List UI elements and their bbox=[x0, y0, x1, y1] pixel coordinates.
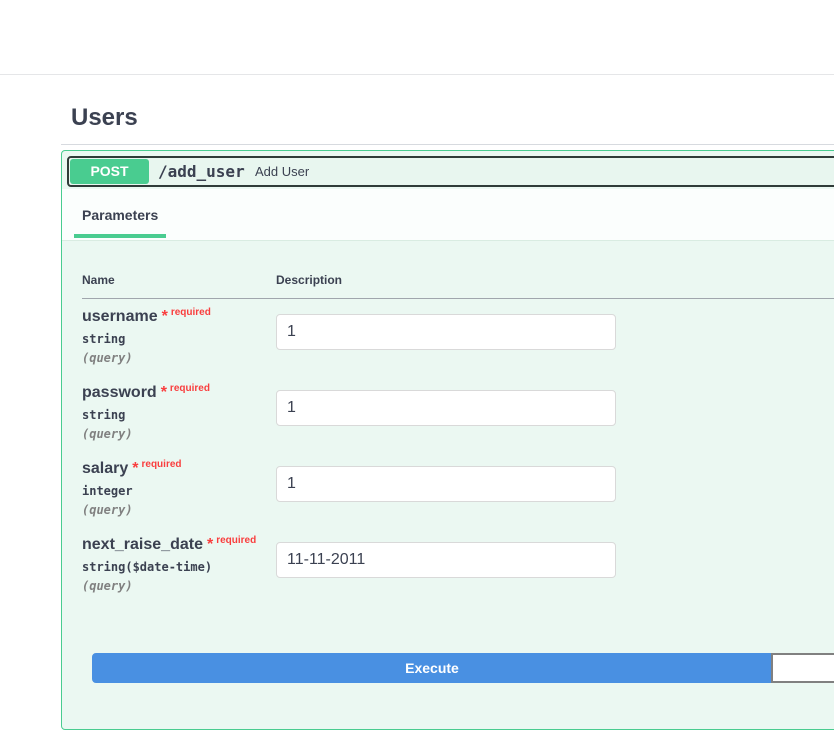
param-next-raise-date: next_raise_date * required string($date-ti… bbox=[82, 535, 257, 593]
required-label: required bbox=[170, 307, 211, 318]
tab-active-indicator bbox=[74, 234, 166, 238]
required-label: required bbox=[141, 459, 182, 470]
section-divider bbox=[61, 144, 834, 145]
param-username: username * required string (query) bbox=[82, 307, 211, 365]
clear-button[interactable] bbox=[771, 653, 834, 683]
operation-summary-text: Add User bbox=[255, 164, 310, 179]
param-type: string bbox=[82, 408, 126, 422]
section-title[interactable]: Users bbox=[71, 104, 138, 132]
column-header-description: Description bbox=[276, 273, 343, 287]
param-type: string bbox=[82, 332, 126, 346]
param-salary: salary * required integer (query) bbox=[82, 459, 182, 517]
required-label: required bbox=[169, 383, 210, 394]
method-badge: POST bbox=[70, 159, 149, 184]
execute-button[interactable]: Execute bbox=[92, 653, 772, 683]
required-star: * bbox=[160, 384, 167, 401]
param-location: (query) bbox=[82, 351, 133, 365]
param-name: salary bbox=[82, 460, 129, 477]
operation-path: /add_user bbox=[158, 162, 245, 181]
param-name: username bbox=[82, 308, 158, 325]
param-location: (query) bbox=[82, 579, 133, 593]
operation-summary[interactable]: POST /add_user Add User bbox=[67, 156, 834, 187]
operation-block: POST /add_user Add User Parameters Name … bbox=[61, 150, 834, 730]
table-header-divider bbox=[82, 298, 834, 299]
required-label: required bbox=[216, 535, 257, 546]
param-type: integer bbox=[82, 484, 133, 498]
column-header-name: Name bbox=[82, 273, 115, 287]
param-password: password * required string (query) bbox=[82, 383, 210, 441]
param-location: (query) bbox=[82, 503, 133, 517]
top-bar bbox=[0, 0, 834, 75]
param-type: string($date-time) bbox=[82, 560, 213, 574]
required-star: * bbox=[161, 308, 168, 325]
tab-parameters[interactable]: Parameters bbox=[82, 207, 158, 223]
tab-header: Parameters bbox=[62, 189, 834, 241]
username-input[interactable] bbox=[276, 314, 616, 350]
next-raise-date-input[interactable] bbox=[276, 542, 616, 578]
param-name: password bbox=[82, 384, 157, 401]
required-star: * bbox=[132, 460, 139, 477]
salary-input[interactable] bbox=[276, 466, 616, 502]
param-location: (query) bbox=[82, 427, 133, 441]
param-name: next_raise_date bbox=[82, 536, 203, 553]
required-star: * bbox=[206, 536, 214, 553]
password-input[interactable] bbox=[276, 390, 616, 426]
